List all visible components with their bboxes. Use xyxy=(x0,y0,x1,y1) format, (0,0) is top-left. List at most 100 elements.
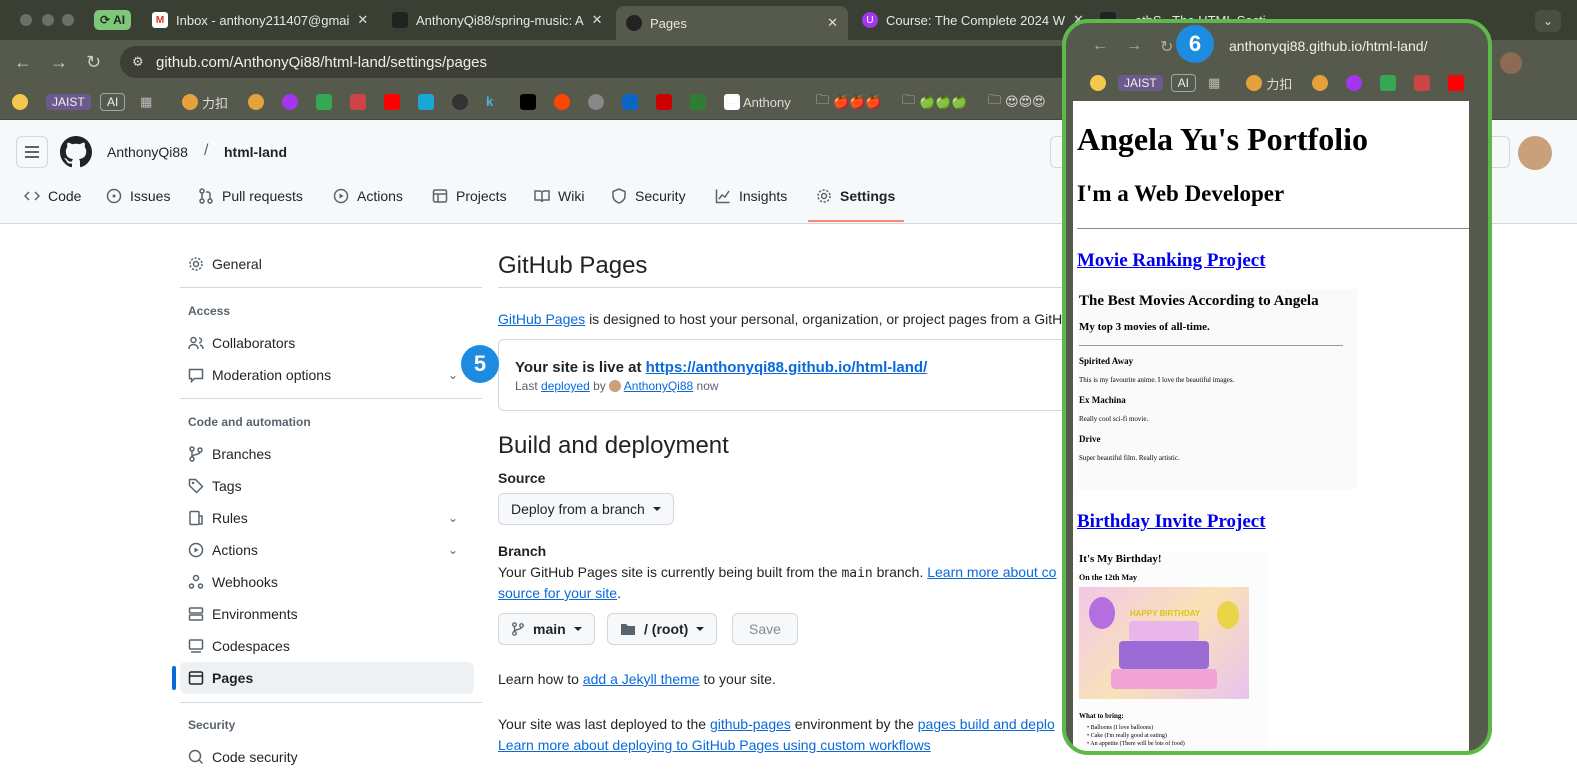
back-arrow-icon[interactable]: ← xyxy=(1092,37,1108,55)
movie-desc: Super beautiful film. Really artistic. xyxy=(1079,454,1180,462)
tab-code[interactable]: Code xyxy=(24,188,81,204)
preview-url[interactable]: anthonyqi88.github.io/html-land/ xyxy=(1229,38,1427,54)
tab-projects[interactable]: Projects xyxy=(432,188,507,204)
leetcode-icon[interactable] xyxy=(1246,75,1263,91)
site-info-icon[interactable]: ⚙ xyxy=(132,54,144,70)
last-deployed-line: Last deployed by AnthonyQi88 now xyxy=(515,379,719,393)
tab-settings[interactable]: Settings xyxy=(816,188,895,204)
close-tab-icon[interactable]: ✕ xyxy=(827,15,838,31)
bookmark-ai[interactable]: AI xyxy=(100,92,126,112)
drive-icon[interactable] xyxy=(1380,75,1397,91)
bookmark-duolingo[interactable] xyxy=(12,92,28,112)
deployed-link[interactable]: deployed xyxy=(541,379,590,393)
github-icon[interactable] xyxy=(452,94,468,110)
chevron-down-icon[interactable]: ⌄ xyxy=(448,543,458,557)
close-tab-icon[interactable]: ✕ xyxy=(592,12,603,28)
sidebar-item-pages[interactable]: Pages xyxy=(180,662,474,694)
forward-arrow-icon[interactable]: → xyxy=(50,52,68,73)
sidebar-item-code-security[interactable]: Code security xyxy=(180,741,474,773)
github-pages-env-link[interactable]: github-pages xyxy=(710,716,791,732)
tab-spring-music[interactable]: AnthonyQi88/spring-music: A ✕ xyxy=(382,6,610,34)
k-icon[interactable]: k xyxy=(486,94,502,110)
movie-ranking-link[interactable]: Movie Ranking Project xyxy=(1077,250,1266,272)
branch-learn-more-link[interactable]: Learn more about co xyxy=(927,564,1056,580)
minimize-window-icon[interactable] xyxy=(42,14,54,26)
tab-pull-requests[interactable]: Pull requests xyxy=(198,188,303,204)
github-logo-icon[interactable] xyxy=(60,136,92,168)
x-icon[interactable] xyxy=(520,94,536,110)
sidebar-item-actions[interactable]: Actions ⌄ xyxy=(180,534,474,566)
chevron-down-icon[interactable]: ⌄ xyxy=(448,368,458,382)
sidebar-item-tags[interactable]: Tags xyxy=(180,470,474,502)
udemy-icon[interactable] xyxy=(282,94,298,110)
tab-insights[interactable]: Insights xyxy=(715,188,787,204)
sidebar-item-branches[interactable]: Branches xyxy=(180,438,474,470)
live-site-url-link[interactable]: https://anthonyqi88.github.io/html-land/ xyxy=(646,359,928,376)
tab-inbox[interactable]: M Inbox - anthony211407@gmai ✕ xyxy=(142,6,372,34)
profile-avatar[interactable] xyxy=(1500,52,1522,74)
bookmark-folder-anthony[interactable]: 🗀 Anthony xyxy=(726,92,791,112)
sidebar-item-environments[interactable]: Environments xyxy=(180,598,474,630)
save-button[interactable]: Save xyxy=(732,613,798,645)
youtube-icon[interactable] xyxy=(1448,75,1465,91)
youtube-icon[interactable] xyxy=(384,94,400,110)
github-pages-link[interactable]: GitHub Pages xyxy=(498,311,585,327)
apps-grid-icon[interactable]: ▦ xyxy=(1208,75,1220,91)
bee-icon[interactable] xyxy=(1312,75,1329,91)
linkedin-icon[interactable] xyxy=(622,94,638,110)
apps-grid-icon[interactable]: ▦ xyxy=(140,92,152,112)
source-for-site-link[interactable]: source for your site xyxy=(498,585,617,601)
bilibili-icon[interactable] xyxy=(418,94,434,110)
source-select[interactable]: Deploy from a branch xyxy=(498,493,674,525)
bee-icon[interactable] xyxy=(1090,75,1106,91)
repo-name-link[interactable]: html-land xyxy=(224,144,287,160)
sidebar-item-codespaces[interactable]: Codespaces xyxy=(180,630,474,662)
sidebar-item-moderation[interactable]: Moderation options ⌄ xyxy=(180,359,474,391)
tab-udemy-course[interactable]: U Course: The Complete 2024 W ✕ xyxy=(852,6,1084,34)
code-icon xyxy=(24,191,40,201)
custom-workflows-link[interactable]: Learn more about deploying to GitHub Pag… xyxy=(498,737,931,753)
sheet-icon[interactable] xyxy=(690,94,706,110)
tab-security[interactable]: Security xyxy=(611,188,686,204)
bookmark-likou[interactable]: 力扣 xyxy=(182,92,228,112)
tab-issues[interactable]: Issues xyxy=(106,188,170,204)
close-window-icon[interactable] xyxy=(20,14,32,26)
birthday-invite-link[interactable]: Birthday Invite Project xyxy=(1077,511,1266,533)
chevron-down-icon[interactable]: ⌄ xyxy=(448,511,458,525)
back-arrow-icon[interactable]: ← xyxy=(14,52,32,73)
ai-tool-icon[interactable] xyxy=(350,94,366,110)
reload-icon[interactable]: ↻ xyxy=(86,52,101,73)
cnn-icon[interactable] xyxy=(656,94,672,110)
sidebar-item-webhooks[interactable]: Webhooks xyxy=(180,566,474,598)
tab-search-chevron-icon[interactable]: ⌄ xyxy=(1535,10,1561,32)
drive-icon[interactable] xyxy=(316,94,332,110)
tab-pages[interactable]: Pages ✕ xyxy=(616,6,848,40)
sidebar-item-collaborators[interactable]: Collaborators xyxy=(180,327,474,359)
ai-tool-icon[interactable] xyxy=(1414,75,1431,91)
bookmark-jaist[interactable]: JAIST xyxy=(46,92,91,112)
bookmark-folder-smiles[interactable]: 🗀 😍😍😍 xyxy=(988,92,1046,112)
hamburger-menu-icon[interactable] xyxy=(16,136,48,168)
udemy-icon[interactable] xyxy=(1346,75,1363,91)
openai-icon[interactable] xyxy=(588,94,604,110)
branch-select[interactable]: main xyxy=(498,613,595,645)
tab-wiki[interactable]: Wiki xyxy=(534,188,584,204)
pages-build-deploy-link[interactable]: pages build and deplo xyxy=(918,716,1055,732)
zoom-window-icon[interactable] xyxy=(62,14,74,26)
close-tab-icon[interactable]: ✕ xyxy=(357,12,368,28)
reload-icon[interactable]: ↻ xyxy=(1160,37,1173,57)
repo-owner-link[interactable]: AnthonyQi88 xyxy=(107,144,188,160)
tab-actions[interactable]: Actions xyxy=(333,188,403,204)
sidebar-item-general[interactable]: General xyxy=(180,248,474,280)
user-avatar[interactable] xyxy=(1518,136,1552,170)
sidebar-item-rules[interactable]: Rules ⌄ xyxy=(180,502,474,534)
tab-group-ai[interactable]: ⟳ AI xyxy=(94,10,132,30)
reddit-icon[interactable] xyxy=(554,94,570,110)
bookmark-folder-apples[interactable]: 🗀 🍎🍎🍎 xyxy=(816,92,882,112)
bee-icon[interactable] xyxy=(248,94,264,110)
forward-arrow-icon[interactable]: → xyxy=(1126,37,1142,55)
bookmark-folder-green[interactable]: 🗀 🍏🍏🍏 xyxy=(902,92,968,112)
folder-select[interactable]: / (root) xyxy=(607,613,718,645)
deployer-link[interactable]: AnthonyQi88 xyxy=(624,379,693,393)
jekyll-theme-link[interactable]: add a Jekyll theme xyxy=(583,671,700,687)
